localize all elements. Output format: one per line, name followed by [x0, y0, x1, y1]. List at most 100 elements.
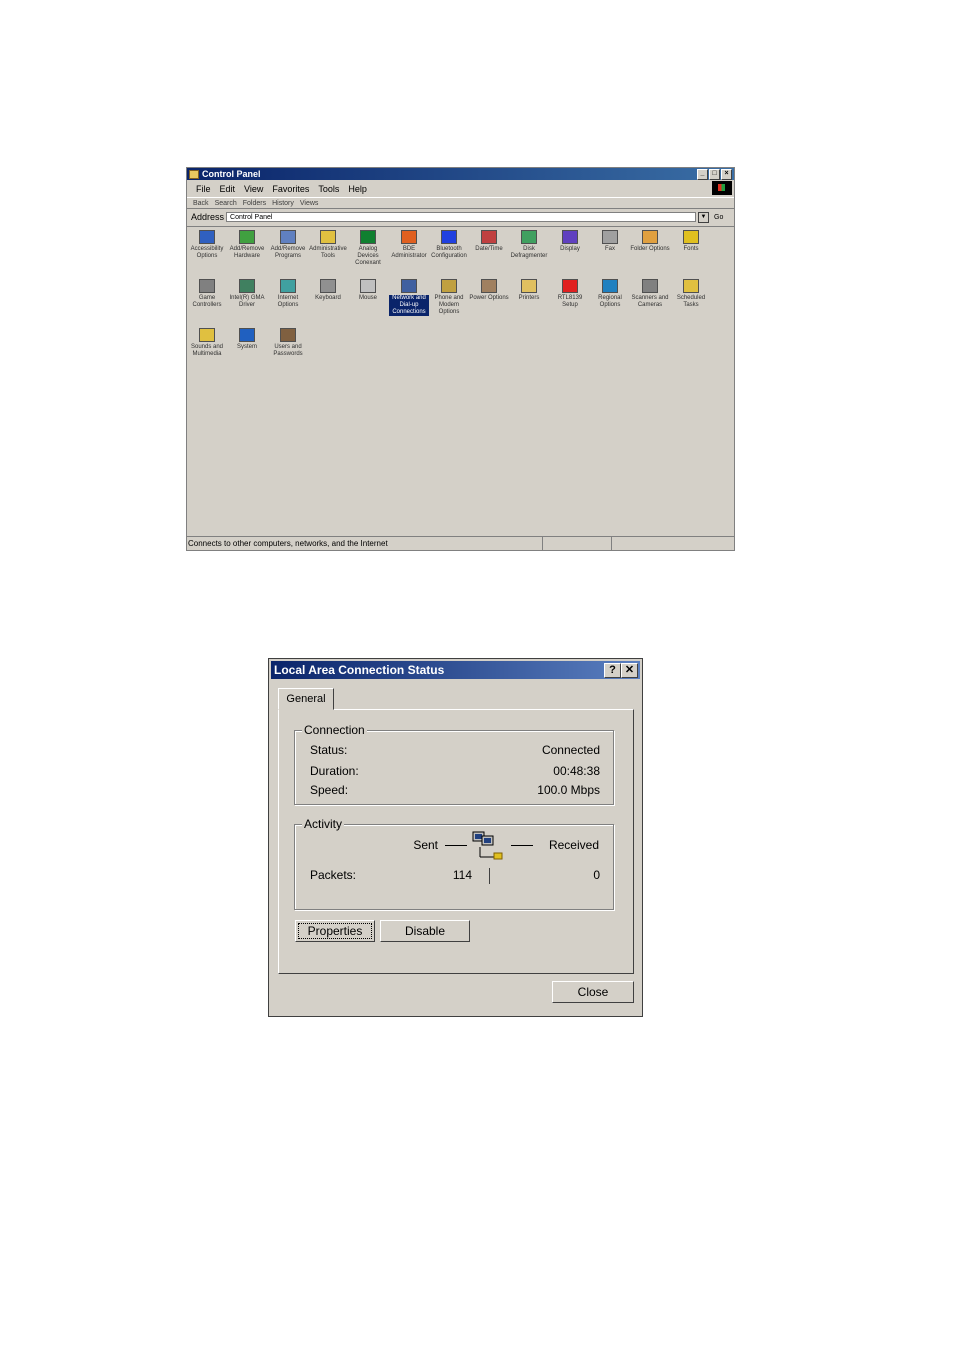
control-panel-title-bar[interactable]: Control Panel _ □ ×	[187, 168, 734, 180]
control-panel-item-label: Network and Dial-up Connections	[389, 295, 429, 316]
dialog-title-bar[interactable]: Local Area Connection Status ? ✕	[271, 661, 640, 679]
toolbar-folders-button[interactable]: Folders	[243, 200, 266, 207]
menu-file[interactable]: File	[196, 184, 211, 194]
control-panel-item-icon	[401, 279, 417, 293]
control-panel-item[interactable]: System	[227, 328, 267, 351]
control-panel-item-label: Users and Passwords	[273, 344, 303, 357]
address-label: Address	[191, 212, 225, 222]
control-panel-item[interactable]: Printers	[509, 279, 549, 302]
control-panel-item-label: Disk Defragmenter	[510, 246, 548, 259]
control-panel-item-label: Display	[560, 246, 580, 252]
duration-label: Duration:	[310, 764, 359, 778]
control-panel-item-label: Add/Remove Hardware	[229, 246, 265, 259]
control-panel-item[interactable]: Scheduled Tasks	[671, 279, 711, 309]
close-dialog-button[interactable]: ✕	[621, 663, 638, 678]
control-panel-item[interactable]: Internet Options	[268, 279, 308, 309]
disable-button[interactable]: Disable	[380, 920, 470, 942]
control-panel-item-icon	[642, 230, 658, 244]
control-panel-item-icon	[481, 279, 497, 293]
control-panel-item-icon	[642, 279, 658, 293]
toolbar: Back Search Folders History Views	[187, 197, 734, 209]
menu-view[interactable]: View	[244, 184, 263, 194]
control-panel-item-icon	[602, 279, 618, 293]
control-panel-item-icon	[239, 230, 255, 244]
control-panel-item-icon	[360, 230, 376, 244]
control-panel-item-label: Accessibility Options	[190, 246, 224, 259]
speed-value: 100.0 Mbps	[537, 783, 600, 797]
control-panel-item[interactable]: Mouse	[348, 279, 388, 302]
control-panel-item-label: Keyboard	[315, 295, 341, 301]
control-panel-item[interactable]: Keyboard	[308, 279, 348, 302]
control-panel-item[interactable]: Accessibility Options	[187, 230, 227, 260]
control-panel-item-label: Fonts	[683, 246, 699, 252]
control-panel-items-pane: Accessibility Options Add/Remove Hardware…	[187, 226, 734, 535]
control-panel-item-label: Printers	[518, 295, 540, 301]
control-panel-item[interactable]: Sounds and Multimedia	[187, 328, 227, 358]
control-panel-item[interactable]: Network and Dial-up Connections	[389, 279, 429, 316]
close-window-button[interactable]: ×	[721, 169, 732, 180]
control-panel-item-icon	[683, 279, 699, 293]
packets-sent-value: 114	[452, 868, 472, 882]
control-panel-item-label: Mouse	[358, 295, 377, 301]
control-panel-item[interactable]: Add/Remove Hardware	[227, 230, 267, 260]
toolbar-back-button[interactable]: Back	[193, 200, 209, 207]
control-panel-item[interactable]: Folder Options	[630, 230, 670, 253]
menu-help[interactable]: Help	[348, 184, 367, 194]
activity-group-label: Activity	[302, 817, 345, 831]
control-panel-item[interactable]: RTL8139 Setup	[550, 279, 590, 309]
speed-label: Speed:	[310, 783, 349, 797]
address-dropdown-icon[interactable]: ▼	[698, 211, 710, 223]
close-button[interactable]: Close	[552, 981, 634, 1003]
properties-button[interactable]: Properties	[295, 920, 375, 942]
status-value: Connected	[541, 743, 600, 757]
control-panel-item[interactable]: Users and Passwords	[268, 328, 308, 358]
control-panel-item[interactable]: Administrative Tools	[308, 230, 348, 260]
control-panel-item[interactable]: Date/Time	[469, 230, 509, 253]
control-panel-item[interactable]: Analog Devices Conexant	[348, 230, 388, 267]
toolbar-views-button[interactable]: Views	[300, 200, 319, 207]
received-label: Received	[548, 838, 599, 852]
control-panel-item[interactable]: Phone and Modem Options	[429, 279, 469, 316]
control-panel-item[interactable]: Intel(R) GMA Driver	[227, 279, 267, 309]
control-panel-item[interactable]: Bluetooth Configuration	[429, 230, 469, 260]
address-input[interactable]: Control Panel	[226, 212, 697, 222]
go-button[interactable]: Go	[714, 214, 723, 221]
control-panel-item[interactable]: Disk Defragmenter	[509, 230, 549, 260]
status-bar: Connects to other computers, networks, a…	[187, 536, 734, 550]
menu-tools[interactable]: Tools	[318, 184, 339, 194]
control-panel-item-icon	[683, 230, 699, 244]
control-panel-item[interactable]: Display	[550, 230, 590, 253]
minimize-button[interactable]: _	[697, 169, 708, 180]
control-panel-item-label: Intel(R) GMA Driver	[229, 295, 265, 308]
menu-edit[interactable]: Edit	[220, 184, 236, 194]
folder-icon	[189, 170, 199, 179]
help-button[interactable]: ?	[604, 663, 621, 678]
control-panel-item-label: Internet Options	[277, 295, 299, 308]
control-panel-item-icon	[521, 230, 537, 244]
control-panel-item[interactable]: Game Controllers	[187, 279, 227, 309]
control-panel-item[interactable]: Scanners and Cameras	[630, 279, 670, 309]
control-panel-item[interactable]: Regional Options	[590, 279, 630, 309]
network-computers-icon	[472, 831, 503, 860]
control-panel-item-icon	[562, 230, 578, 244]
control-panel-item-label: Analog Devices Conexant	[355, 246, 381, 266]
windows-logo-icon	[712, 181, 732, 195]
control-panel-item[interactable]: Fax	[590, 230, 630, 253]
connection-group-label: Connection	[302, 723, 367, 737]
control-panel-item-label: RTL8139 Setup	[557, 295, 583, 308]
control-panel-item-icon	[320, 279, 336, 293]
control-panel-item-icon	[360, 279, 376, 293]
control-panel-item[interactable]: Add/Remove Programs	[268, 230, 308, 260]
control-panel-item[interactable]: Power Options	[469, 279, 509, 302]
menu-favorites[interactable]: Favorites	[272, 184, 309, 194]
control-panel-item[interactable]: BDE Administrator	[389, 230, 429, 260]
control-panel-item-icon	[320, 230, 336, 244]
maximize-button[interactable]: □	[709, 169, 720, 180]
control-panel-item-label: Add/Remove Programs	[270, 246, 306, 259]
toolbar-history-button[interactable]: History	[272, 200, 294, 207]
control-panel-item-label: Fax	[604, 246, 615, 252]
tab-general[interactable]: General	[278, 688, 334, 710]
control-panel-item[interactable]: Fonts	[671, 230, 711, 253]
status-label: Status:	[310, 743, 348, 757]
toolbar-search-button[interactable]: Search	[215, 200, 237, 207]
